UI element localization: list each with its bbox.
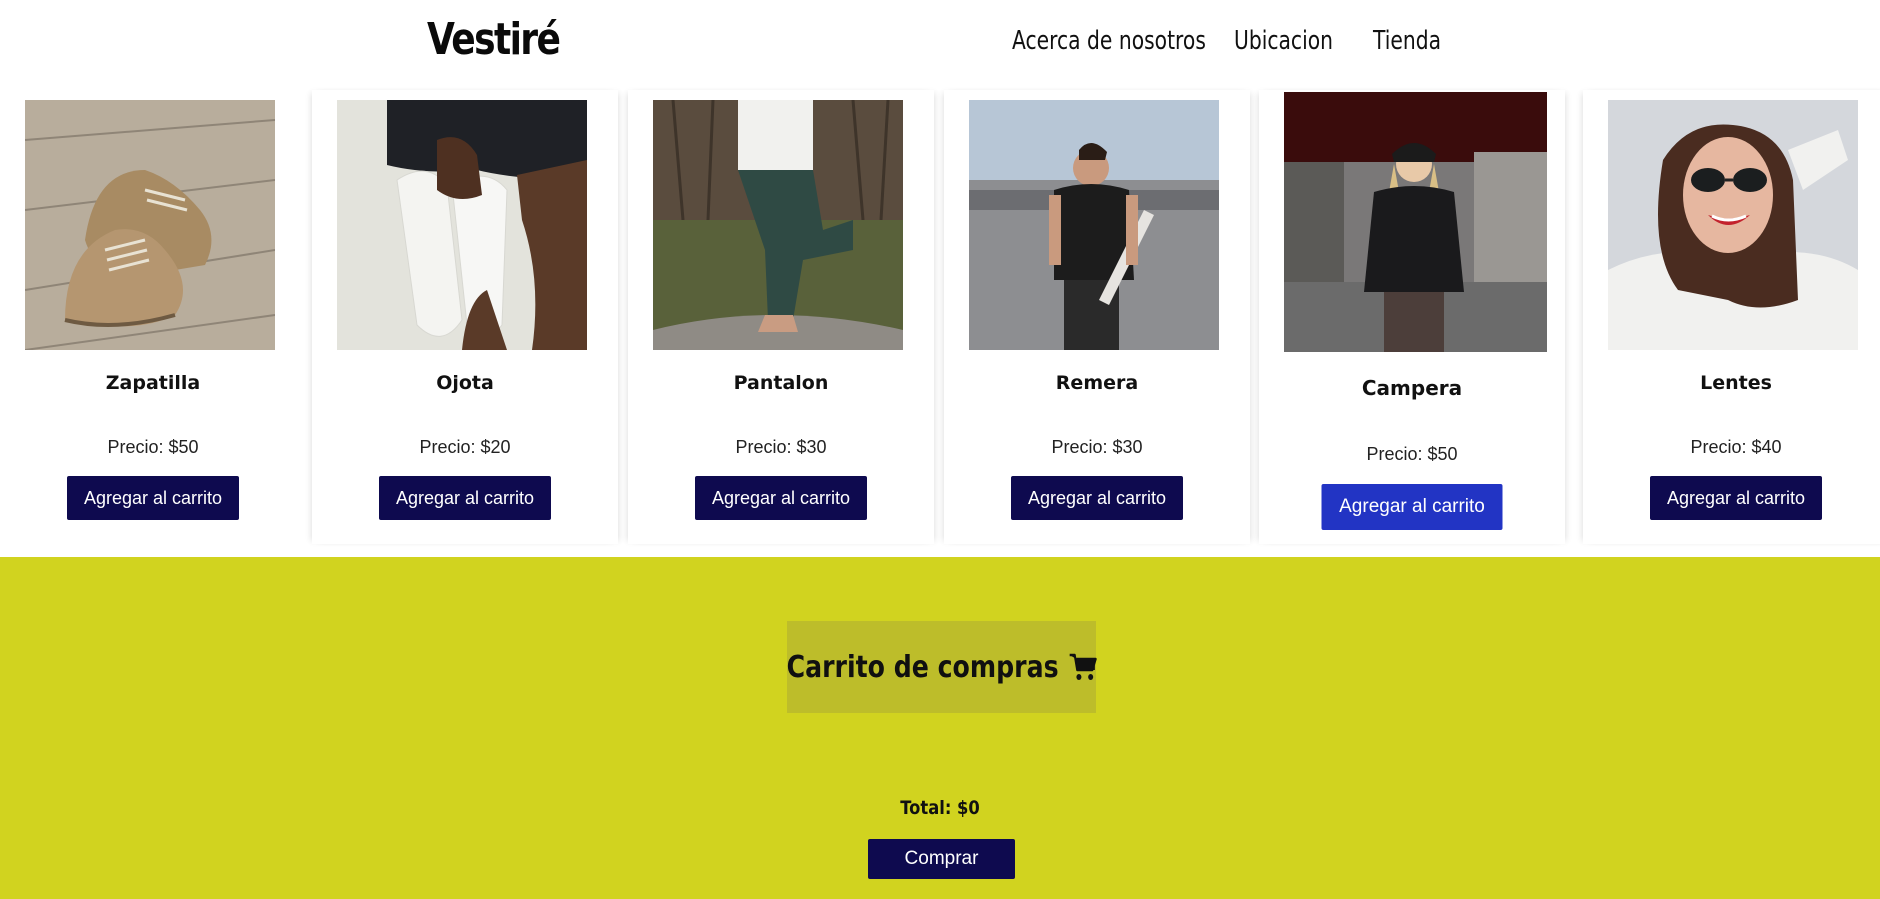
sunglasses-photo: [1608, 100, 1858, 350]
pants-photo: [653, 100, 903, 350]
product-card-campera: Campera Precio: $50 Agregar al carrito: [1259, 90, 1565, 544]
product-card-pantalon: Pantalon Precio: $30 Agregar al carrito: [628, 90, 934, 544]
product-card-remera: Remera Precio: $30 Agregar al carrito: [944, 90, 1250, 544]
product-price: Precio: $30: [1051, 437, 1143, 457]
product-card-zapatilla: Zapatilla Precio: $50 Agregar al carrito: [0, 90, 306, 544]
product-price: Precio: $20: [419, 437, 511, 457]
add-to-cart-button[interactable]: Agregar al carrito: [695, 476, 867, 520]
site-header: Vestiré Acerca de nosotros Ubicacion Tie…: [0, 0, 1880, 88]
product-grid: Zapatilla Precio: $50 Agregar al carrito…: [0, 90, 1880, 544]
add-to-cart-button[interactable]: Agregar al carrito: [1650, 476, 1822, 520]
add-to-cart-button[interactable]: Agregar al carrito: [1011, 476, 1183, 520]
add-to-cart-button[interactable]: Agregar al carrito: [67, 476, 239, 520]
cart-title-wrapper: Carrito de compras: [786, 650, 1097, 685]
product-name: Ojota: [436, 372, 494, 394]
flip-flop-photo: [337, 100, 587, 350]
product-name: Lentes: [1700, 372, 1772, 394]
nav-link-location[interactable]: Ubicacion: [1234, 26, 1333, 56]
product-price: Precio: $40: [1690, 437, 1782, 457]
shoe-photo: [25, 100, 275, 350]
product-name: Campera: [1361, 376, 1463, 400]
product-price: Precio: $50: [107, 437, 199, 457]
cart-header: Carrito de compras: [786, 621, 1097, 713]
nav-link-store[interactable]: Tienda: [1373, 26, 1441, 56]
buy-button[interactable]: Comprar: [868, 839, 1015, 879]
cart-title: Carrito de compras: [786, 649, 1059, 685]
product-price: Precio: $50: [1366, 444, 1458, 464]
nav-link-about[interactable]: Acerca de nosotros: [1012, 26, 1206, 56]
add-to-cart-button[interactable]: Agregar al carrito: [379, 476, 551, 520]
product-card-lentes: Lentes Precio: $40 Agregar al carrito: [1583, 90, 1880, 544]
shopping-cart-section: Carrito de compras Total: $0 Comprar: [0, 557, 1880, 899]
product-name: Pantalon: [733, 372, 829, 394]
jacket-photo: [1284, 92, 1547, 352]
cart-total: Total: $0: [900, 797, 980, 819]
cart-icon: [1068, 652, 1097, 682]
product-card-ojota: Ojota Precio: $20 Agregar al carrito: [312, 90, 618, 544]
product-price: Precio: $30: [735, 437, 827, 457]
tshirt-photo: [969, 100, 1219, 350]
product-name: Remera: [1055, 372, 1139, 394]
add-to-cart-button[interactable]: Agregar al carrito: [1321, 484, 1503, 530]
main-nav: Acerca de nosotros Ubicacion Tienda: [0, 26, 1880, 62]
product-name: Zapatilla: [105, 372, 201, 394]
